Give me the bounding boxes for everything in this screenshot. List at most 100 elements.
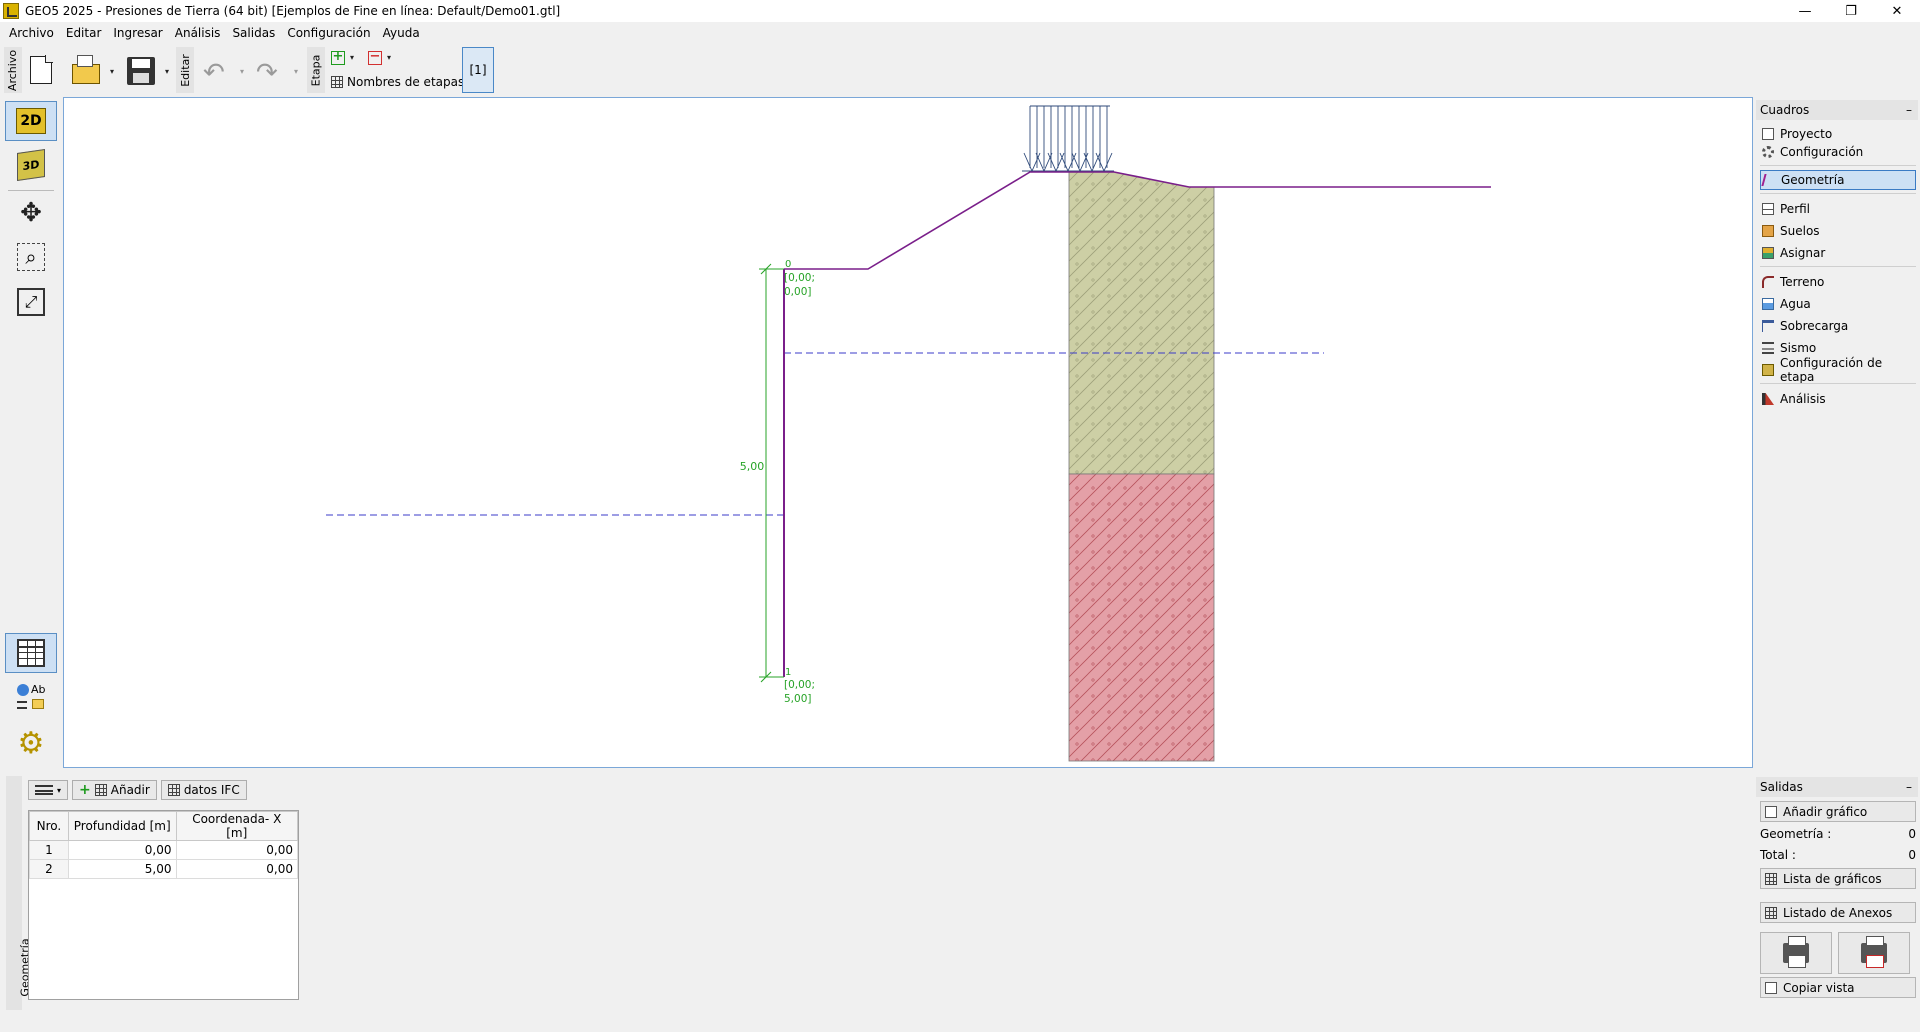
column-header[interactable]: Coordenada- X [m] [175,811,298,841]
menu-editar[interactable]: Editar [60,26,108,40]
table-grid-icon [331,76,343,88]
gear-icon: ⚙ [17,725,45,761]
settings-button[interactable]: ⚙ [5,723,57,763]
zoom-fit-button[interactable]: ⤢ [5,282,57,322]
add-stage-icon[interactable]: + [331,50,345,65]
menu-analisis[interactable]: Análisis [169,26,227,40]
depth-cell[interactable]: 0,00 [67,840,177,860]
cuadros-item-label: Terreno [1780,275,1825,289]
point-bottom-coord-line1: [0,00; [784,679,815,691]
annex-list-label: Listado de Anexos [1783,905,1893,920]
profile-icon [1762,203,1774,215]
copy-view-label: Copiar vista [1783,980,1855,995]
cuadros-item-geometria[interactable]: Geometría [1760,170,1916,190]
cuadros-item-sobrecarga[interactable]: Sobrecarga [1760,316,1916,336]
printer-icon [1783,936,1809,968]
remove-stage-dropdown-icon[interactable]: ▾ [387,53,391,62]
x-coordinate-cell[interactable]: 0,00 [175,859,298,879]
separator [1760,165,1916,166]
drawing-canvas[interactable]: 5,00 0 [0,00; 0,00] 1 [0,00; 5,00] [63,97,1753,768]
x-coordinate-cell[interactable]: 0,00 [175,840,298,860]
cuadros-item-configuracion-etapa[interactable]: Configuración de etapa [1760,356,1916,384]
file-group-label: Archivo [4,47,22,93]
open-dropdown-icon[interactable]: ▾ [110,67,114,76]
stage-names-button[interactable]: Nombres de etapas [331,75,464,89]
stage-1-button[interactable]: [1] [462,47,494,93]
add-stage-dropdown-icon[interactable]: ▾ [350,53,354,62]
add-graph-button[interactable]: Añadir gráfico [1760,801,1916,822]
redo-icon[interactable]: ↷ [256,58,278,88]
cuadros-item-label: Sismo [1780,341,1817,355]
separator [1760,193,1916,194]
depth-label: 5,00 [740,460,765,473]
point-top-index: 0 [785,259,791,270]
ifc-data-button[interactable]: datos IFC [160,780,247,800]
graph-list-button[interactable]: Lista de gráficos [1760,868,1916,889]
document-icon [1762,128,1774,140]
redo-dropdown-icon[interactable]: ▾ [294,67,298,76]
3d-cube-icon: 3D [17,149,45,181]
cuadros-item-terreno[interactable]: Terreno [1760,272,1916,292]
add-button[interactable]: + Añadir [72,780,157,800]
menu-archivo[interactable]: Archivo [3,26,60,40]
view-3d-button[interactable]: 3D [5,145,57,185]
menu-configuracion[interactable]: Configuración [281,26,376,40]
cuadros-title: Cuadros [1760,103,1810,117]
new-file-icon[interactable] [30,55,53,84]
copy-view-button[interactable]: Copiar vista [1760,977,1916,998]
undo-dropdown-icon[interactable]: ▾ [240,67,244,76]
point-bottom-coord-line2: 5,00] [784,693,811,705]
close-icon[interactable]: ✕ [1874,0,1920,22]
printer-pdf-icon [1861,936,1887,968]
resize-grip-icon[interactable] [1906,1018,1918,1030]
table-view-button[interactable] [5,633,57,673]
pan-button[interactable]: ✥ [5,193,57,233]
geometry-table: Nro. Profundidad [m] Coordenada- X [m] 1… [28,810,299,1000]
print-button[interactable] [1760,932,1832,974]
stage-names-label: Nombres de etapas [347,75,465,89]
column-header[interactable]: Profundidad [m] [67,811,177,841]
depth-cell[interactable]: 5,00 [67,859,177,879]
column-header[interactable]: Nro. [29,811,69,841]
cuadros-panel: Cuadros – Proyecto Configuración Geometr… [1753,97,1920,767]
geometry-tab-label[interactable]: Geometría [6,776,32,1010]
cuadros-item-analisis[interactable]: Análisis [1760,389,1916,409]
title-bar: GEO5 2025 - Presiones de Tierra (64 bit)… [0,0,1920,22]
cuadros-item-label: Suelos [1780,224,1820,238]
cuadros-item-agua[interactable]: Agua [1760,294,1916,314]
collapse-icon[interactable]: – [1906,103,1912,117]
table-row[interactable]: 1 0,00 0,00 [29,840,298,860]
collapse-icon[interactable]: – [1906,780,1912,794]
salidas-title: Salidas [1760,780,1803,794]
cuadros-item-configuracion[interactable]: Configuración [1760,142,1916,162]
zoom-window-button[interactable]: ⌕ [5,237,57,277]
labels-button[interactable]: Ab [5,678,57,718]
menu-ingresar[interactable]: Ingresar [107,26,168,40]
annex-list-button[interactable]: Listado de Anexos [1760,902,1916,923]
cuadros-item-proyecto[interactable]: Proyecto [1760,124,1916,144]
table-grid-icon [94,784,107,796]
undo-icon[interactable]: ↶ [203,58,225,88]
gear-icon [1762,146,1774,158]
save-dropdown-icon[interactable]: ▾ [165,67,169,76]
cuadros-item-asignar[interactable]: Asignar [1760,243,1916,263]
table-grid-icon [167,784,180,796]
analysis-icon [1762,393,1774,405]
cuadros-item-perfil[interactable]: Perfil [1760,199,1916,219]
cuadros-item-label: Geometría [1781,173,1845,187]
save-file-icon[interactable] [127,57,155,85]
remove-stage-icon[interactable]: − [368,50,382,65]
view-2d-button[interactable]: 2D [5,101,57,141]
maximize-icon[interactable]: ❐ [1828,0,1874,22]
salidas-panel: Salidas – Añadir gráfico Geometría : 0 T… [1753,768,1920,1008]
menu-salidas[interactable]: Salidas [226,26,281,40]
list-view-button[interactable]: ▾ [28,780,69,800]
cuadros-item-sismo[interactable]: Sismo [1760,338,1916,358]
table-row[interactable]: 2 5,00 0,00 [29,859,298,879]
menu-ayuda[interactable]: Ayuda [377,26,426,40]
minimize-icon[interactable]: — [1782,0,1828,22]
cuadros-item-label: Asignar [1780,246,1826,260]
open-file-icon[interactable] [72,55,100,84]
print-pdf-button[interactable] [1838,932,1910,974]
cuadros-item-suelos[interactable]: Suelos [1760,221,1916,241]
